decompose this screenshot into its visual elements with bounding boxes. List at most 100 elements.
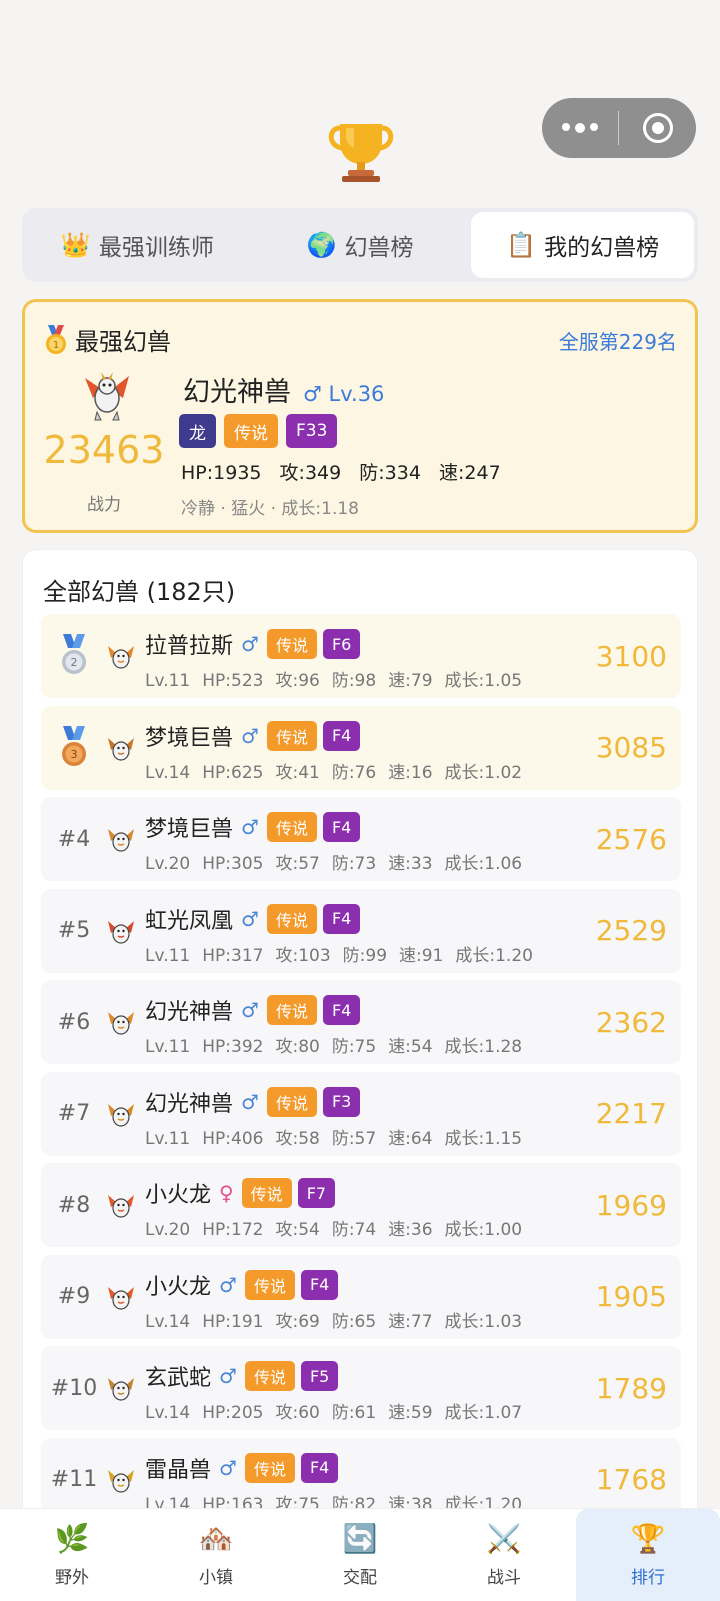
tab-beast-ranking[interactable]: 🌍 幻兽榜 xyxy=(249,212,472,278)
stat-growth: 成长:1.03 xyxy=(444,1311,523,1332)
beast-stats: Lv.11 HP:523 攻:96 防:98 速:79 成长:1.05 xyxy=(145,666,534,691)
rank-number: #6 xyxy=(57,1009,91,1035)
male-icon: ♂ xyxy=(241,998,259,1022)
stat-speed: 速:59 xyxy=(388,1403,433,1423)
medal-number: 2 xyxy=(71,656,78,669)
all-beasts-title: 全部幻兽 (182只) xyxy=(43,578,236,606)
beast-row[interactable]: #10 玄武蛇 ♂ 传说 F5 Lv.14 HP:205 攻:60 防:61 速:59 成长:1.0… xyxy=(41,1346,681,1430)
beast-sprite-icon xyxy=(108,737,134,761)
beast-traits: 冷静 · 猛火 · 成长:1.18 xyxy=(181,499,360,519)
sprout-icon: 🌿 xyxy=(54,1522,90,1555)
strongest-beast-card[interactable]: 1 最强幻兽 全服第229名 23463 战力 幻光神兽 ♂ Lv.36 龙 传… xyxy=(22,299,698,533)
stat-hp: HP:205 xyxy=(202,1403,264,1423)
stat-growth: 成长:1.20 xyxy=(455,945,533,966)
beast-name: 幻光神兽 xyxy=(145,1091,234,1117)
stat-attack: 攻:60 xyxy=(275,1403,320,1423)
all-beasts-card: 全部幻兽 (182只) 2 拉普拉斯 ♂ 传说 F6 Lv.11 HP:523 攻:96 防:9… xyxy=(22,549,698,1529)
power-value: 2576 xyxy=(595,822,667,856)
beast-stats: Lv.14 HP:625 攻:41 防:76 速:16 成长:1.02 xyxy=(145,758,534,783)
stat-growth: 成长:1.00 xyxy=(444,1220,523,1240)
nav-wild[interactable]: 🌿 野外 xyxy=(0,1509,144,1601)
stat-attack: 攻:349 xyxy=(279,462,342,484)
medal-number: 3 xyxy=(71,748,78,761)
stat-hp: HP:523 xyxy=(202,671,264,691)
beast-name-line: 虹光凤凰 ♂ 传说 F4 xyxy=(145,903,361,935)
level: Lv.36 xyxy=(328,382,385,406)
beast-tags: 传说 F4 xyxy=(244,1452,339,1483)
tab-my-beast-ranking[interactable]: 📋 我的幻兽榜 xyxy=(471,212,695,278)
rarity-tag: 传说 xyxy=(224,414,278,448)
close-miniprogram-icon[interactable] xyxy=(619,113,696,143)
generation-tag: F4 xyxy=(322,812,361,842)
beast-stats: Lv.14 HP:205 攻:60 防:61 速:59 成长:1.07 xyxy=(145,1398,534,1423)
tab-label: 最强训练师 xyxy=(98,235,214,261)
stat-growth: 成长:1.02 xyxy=(444,762,523,783)
stat-speed: 速:36 xyxy=(388,1220,433,1240)
stat-defense: 防:73 xyxy=(331,854,377,874)
beast-sprite-icon xyxy=(108,1195,134,1218)
rank-number: #5 xyxy=(57,918,91,943)
beast-row[interactable]: #8 小火龙 ♀ 传说 F7 Lv.20 HP:172 攻:54 防:74 速:36 成长:1.00… xyxy=(41,1163,681,1247)
beast-tags: 龙 传说 F33 xyxy=(179,414,338,448)
nav-town[interactable]: 🏘️ 小镇 xyxy=(144,1509,288,1601)
beast-row[interactable]: #9 小火龙 ♂ 传说 F4 Lv.14 HP:191 攻:69 防:65 速:77 成长:1.03… xyxy=(41,1254,681,1339)
nav-label: 交配 xyxy=(343,1567,377,1588)
stat-speed: 速:247 xyxy=(438,462,501,484)
stat-level: Lv.11 xyxy=(145,1128,191,1149)
nav-breed[interactable]: 🔄 交配 xyxy=(288,1509,432,1601)
beast-tags: 传说 F4 xyxy=(266,812,361,842)
crown-icon: 👑 xyxy=(60,231,91,259)
generation-tag: F6 xyxy=(322,629,361,659)
beast-sprite-icon xyxy=(108,1103,134,1127)
stat-level: Lv.11 xyxy=(145,1037,191,1057)
beast-sprite-icon xyxy=(108,920,134,944)
beast-row[interactable]: 2 拉普拉斯 ♂ 传说 F6 Lv.11 HP:523 攻:96 防:98 速:79 成长:1.05… xyxy=(41,614,681,698)
rank-medal: 2 xyxy=(41,614,107,698)
stat-growth: 成长:1.15 xyxy=(444,1128,523,1149)
beast-tags: 传说 F4 xyxy=(266,720,361,751)
stat-attack: 攻:41 xyxy=(275,762,320,783)
beast-stats: Lv.11 HP:317 攻:103 防:99 速:91 成长:1.20 xyxy=(145,941,545,966)
stat-level: Lv.11 xyxy=(145,671,191,691)
rarity-tag: 传说 xyxy=(244,1269,295,1300)
bottom-nav: 🌿 野外 🏘️ 小镇 🔄 交配 ⚔️ 战斗 🏆 排行 xyxy=(0,1508,720,1601)
tab-strongest-trainer[interactable]: 👑 最强训练师 xyxy=(26,212,249,278)
stat-defense: 防:334 xyxy=(359,462,421,484)
strongest-beast-header: 1 最强幻兽 xyxy=(43,322,171,357)
element-tag: 龙 xyxy=(179,414,216,448)
rank-medal: 3 xyxy=(41,706,107,790)
beast-row[interactable]: #6 幻光神兽 ♂ 传说 F4 Lv.11 HP:392 攻:80 防:75 速:54 成长:1.2… xyxy=(41,980,681,1064)
male-icon: ♂ xyxy=(303,382,322,406)
beast-row[interactable]: #5 虹光凤凰 ♂ 传说 F4 Lv.11 HP:317 攻:103 防:99 速:91 成长:1.… xyxy=(41,888,681,973)
stat-speed: 速:77 xyxy=(388,1311,433,1332)
power-value: 1969 xyxy=(595,1188,667,1222)
stat-hp: HP:172 xyxy=(202,1220,264,1240)
beast-name: 梦境巨兽 xyxy=(145,817,234,842)
stat-hp: HP:191 xyxy=(202,1311,264,1332)
beast-name: 梦境巨兽 xyxy=(145,725,234,751)
svg-text:1: 1 xyxy=(53,340,59,351)
beast-sprite-icon xyxy=(108,829,134,852)
beast-row[interactable]: #7 幻光神兽 ♂ 传说 F3 Lv.11 HP:406 攻:58 防:57 速:64 成长:1.1… xyxy=(41,1071,681,1156)
power-value: 3085 xyxy=(595,731,667,764)
beast-name-line: 拉普拉斯 ♂ 传说 F6 xyxy=(145,628,361,660)
beast-name-line: 幻光神兽 ♂ Lv.36 xyxy=(183,370,384,409)
nav-battle[interactable]: ⚔️ 战斗 xyxy=(432,1509,576,1601)
nav-ranking[interactable]: 🏆 排行 xyxy=(576,1509,720,1601)
generation-tag: F33 xyxy=(286,414,338,448)
power-value: 2217 xyxy=(595,1097,667,1130)
trophy-icon: 🏆 xyxy=(630,1522,666,1555)
beast-list: 2 拉普拉斯 ♂ 传说 F6 Lv.11 HP:523 攻:96 防:98 速:79 成长:1.05… xyxy=(41,614,681,1528)
more-icon[interactable] xyxy=(542,123,618,133)
rarity-tag: 传说 xyxy=(266,995,317,1025)
beast-row[interactable]: #4 梦境巨兽 ♂ 传说 F4 Lv.20 HP:305 攻:57 防:73 速:33 成长:1.0… xyxy=(41,797,681,881)
power-value: 2529 xyxy=(595,914,667,947)
rarity-tag: 传说 xyxy=(266,812,317,842)
beast-row[interactable]: 3 梦境巨兽 ♂ 传说 F4 Lv.14 HP:625 攻:41 防:76 速:16 成长:1.02… xyxy=(41,705,681,790)
beast-name-line: 雷晶兽 ♂ 传说 F4 xyxy=(145,1452,339,1484)
rank-number: #9 xyxy=(57,1284,91,1309)
beast-name-line: 梦境巨兽 ♂ 传说 F4 xyxy=(145,720,361,752)
stat-speed: 速:79 xyxy=(388,671,433,691)
stat-hp: HP:305 xyxy=(202,854,264,874)
generation-tag: F7 xyxy=(297,1178,336,1208)
